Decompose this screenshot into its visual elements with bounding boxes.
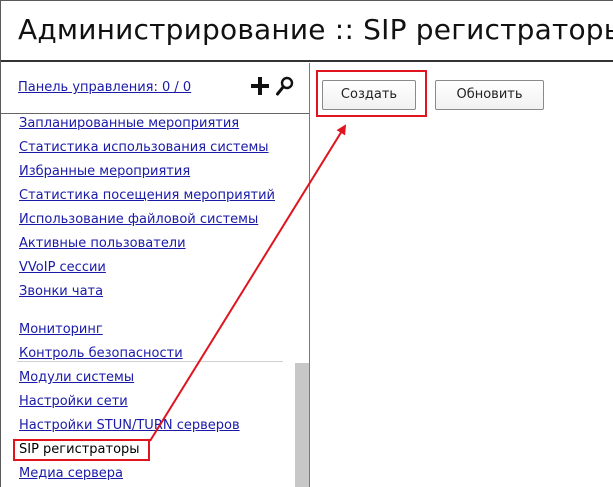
sidebar-item-stun-turn-servers[interactable]: Настройки STUN/TURN серверов xyxy=(19,418,240,433)
sidebar: Панель управления: 0 / 0 Запланированные… xyxy=(1,63,310,487)
sidebar-item-event-attendance-stats[interactable]: Статистика посещения мероприятий xyxy=(19,188,275,203)
page-header: Администрирование :: SIP регистраторы xyxy=(1,1,613,62)
sidebar-item-security-control[interactable]: Контроль безопасности xyxy=(19,346,183,361)
sidebar-item-active-users[interactable]: Активные пользователи xyxy=(19,236,186,251)
plus-icon[interactable] xyxy=(251,77,269,95)
refresh-button[interactable]: Обновить xyxy=(435,80,544,110)
search-icon[interactable] xyxy=(276,76,294,96)
sidebar-item-system-modules[interactable]: Модули системы xyxy=(19,370,134,385)
sidebar-item-favorite-events[interactable]: Избранные мероприятия xyxy=(19,164,190,179)
sidebar-item-system-usage-stats[interactable]: Статистика использования системы xyxy=(19,140,269,155)
sidebar-item-sip-registrars[interactable]: SIP регистраторы xyxy=(19,442,140,457)
sidebar-menu: Запланированные мероприятия Статистика и… xyxy=(1,115,293,487)
sidebar-item-scheduled-events[interactable]: Запланированные мероприятия xyxy=(19,116,239,131)
sidebar-item-vvoip-sessions[interactable]: VVoIP сессии xyxy=(19,260,106,275)
sidebar-item-filesystem-usage[interactable]: Использование файловой системы xyxy=(19,212,258,227)
main-content: Создать Обновить xyxy=(311,63,613,487)
menu-divider xyxy=(17,361,283,362)
sidebar-item-monitoring[interactable]: Мониторинг xyxy=(19,322,103,337)
dashboard-link[interactable]: Панель управления: 0 / 0 xyxy=(18,80,191,95)
sidebar-item-network-settings[interactable]: Настройки сети xyxy=(19,394,128,409)
sidebar-scrollbar[interactable] xyxy=(295,363,309,487)
sidebar-panel-header: Панель управления: 0 / 0 xyxy=(1,63,309,114)
page-title: Администрирование :: SIP регистраторы xyxy=(18,13,613,46)
sidebar-item-chat-calls[interactable]: Звонки чата xyxy=(19,284,103,299)
sidebar-item-media-servers[interactable]: Медиа сервера xyxy=(19,466,123,481)
create-button[interactable]: Создать xyxy=(322,80,416,110)
